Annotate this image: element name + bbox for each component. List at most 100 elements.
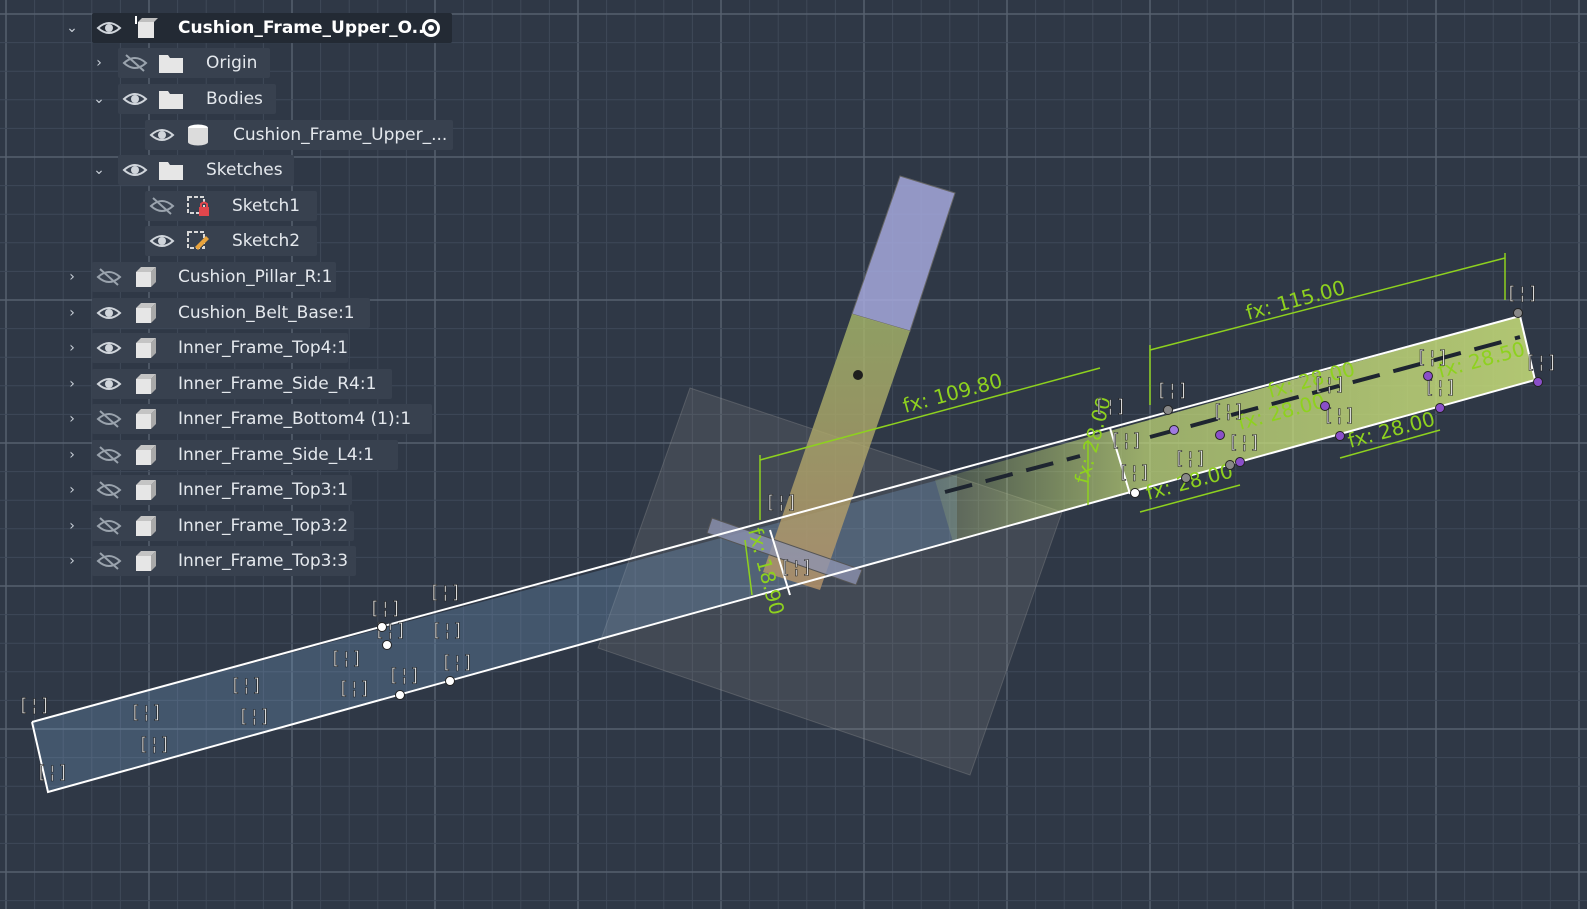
component-icon: [136, 515, 156, 536]
sketch2-label: Sketch2: [232, 231, 301, 251]
pillar-point[interactable]: [853, 370, 863, 380]
eye-icon[interactable]: [149, 231, 175, 251]
component-item-pill[interactable]: Inner_Frame_Top3:1: [92, 475, 352, 505]
constraint-glyph: [¦]: [1110, 430, 1143, 451]
folder-icon: [159, 55, 183, 73]
chevron-right-icon[interactable]: ›: [64, 376, 80, 392]
dimension-109-8[interactable]: fx: 109.80: [900, 368, 1005, 418]
chevron-right-icon[interactable]: ›: [91, 55, 107, 71]
constraint-glyph: [¦]: [1118, 462, 1151, 483]
pillar-top[interactable]: [851, 175, 956, 332]
component-icon: [136, 480, 156, 500]
sketch-point: [1130, 488, 1140, 498]
body-pill[interactable]: Cushion_Frame_Upper_...: [145, 120, 453, 150]
sketch1-label: Sketch1: [232, 196, 301, 216]
constraint-glyph: [¦]: [1174, 448, 1207, 469]
sketch-point: [1423, 371, 1433, 381]
constraint-glyph: [¦]: [130, 702, 163, 723]
component-item-label: Inner_Frame_Top3:1: [178, 480, 349, 500]
component-item-label: Inner_Frame_Top3:2: [178, 515, 349, 536]
folder-icon: [159, 91, 183, 109]
constraint-glyph: [¦]: [1525, 352, 1558, 373]
eye-icon[interactable]: [96, 374, 122, 394]
component-item-label: Inner_Frame_Side_L4:1: [178, 444, 375, 465]
constraint-glyph: [¦]: [429, 582, 462, 603]
component-icon: [136, 409, 156, 429]
eye-icon[interactable]: [149, 125, 175, 145]
activate-radio[interactable]: [422, 19, 440, 37]
eye-icon[interactable]: [122, 89, 148, 109]
constraint-glyph: [¦]: [138, 734, 171, 755]
component-item-pill[interactable]: Inner_Frame_Top3:2: [92, 510, 354, 541]
chevron-right-icon[interactable]: ›: [64, 411, 80, 427]
component-icon: [136, 338, 156, 358]
component-item-pill[interactable]: Inner_Frame_Top4:1: [92, 333, 348, 363]
component-item-label: Inner_Frame_Top4:1: [178, 338, 349, 358]
chevron-right-icon[interactable]: ›: [64, 518, 80, 534]
sketch-point: [1513, 308, 1523, 318]
sketch-point: [1335, 431, 1345, 441]
sketch1-pill[interactable]: Sketch1: [145, 191, 317, 221]
component-pill[interactable]: Cushion_Frame_Upper_O...: [92, 13, 452, 43]
bodies-label: Bodies: [206, 89, 263, 109]
component-item-pill[interactable]: Cushion_Belt_Base:1: [92, 297, 370, 328]
component-item-label: Inner_Frame_Bottom4 (1):1: [178, 409, 412, 429]
eye-hidden-icon[interactable]: [96, 445, 122, 465]
constraint-glyph: [¦]: [441, 652, 474, 673]
sketches-label: Sketches: [206, 160, 283, 180]
chevron-down-icon[interactable]: ⌄: [91, 91, 107, 107]
eye-hidden-icon[interactable]: [96, 516, 122, 536]
eye-icon[interactable]: [96, 18, 122, 38]
component-icon: [136, 444, 156, 465]
eye-icon[interactable]: [96, 303, 122, 323]
sketch-point: [1235, 457, 1245, 467]
sketch-point: [1169, 425, 1179, 435]
eye-hidden-icon[interactable]: [96, 480, 122, 500]
chevron-right-icon[interactable]: ›: [64, 482, 80, 498]
origin-label: Origin: [206, 53, 258, 73]
component-item-label: Inner_Frame_Side_R4:1: [178, 373, 377, 394]
eye-hidden-icon[interactable]: [96, 551, 122, 571]
chevron-down-icon[interactable]: ⌄: [91, 162, 107, 178]
eye-hidden-icon[interactable]: [122, 53, 148, 73]
constraint-glyph: [¦]: [238, 706, 271, 727]
sketch-point: [1533, 377, 1543, 387]
sketches-pill[interactable]: Sketches: [118, 155, 294, 185]
constraint-glyph: [¦]: [431, 620, 464, 641]
eye-icon[interactable]: [96, 338, 122, 358]
component-item-pill[interactable]: Cushion_Pillar_R:1: [92, 262, 336, 292]
component-item-label: Cushion_Belt_Base:1: [178, 302, 355, 323]
component-icon: [136, 551, 156, 571]
constraint-glyph: [¦]: [36, 762, 69, 783]
origin-pill[interactable]: Origin: [118, 48, 270, 78]
body-cylinder-icon: [188, 124, 208, 146]
component-label: Cushion_Frame_Upper_O...: [178, 18, 432, 38]
component-item-pill[interactable]: Inner_Frame_Side_L4:1: [92, 439, 398, 470]
chevron-right-icon[interactable]: ›: [64, 447, 80, 463]
sketch-locked-icon: [187, 196, 209, 216]
dimension-115[interactable]: fx: 115.00: [1243, 275, 1348, 325]
sketch-point: [382, 640, 392, 650]
eye-hidden-icon[interactable]: [96, 409, 122, 429]
eye-hidden-icon[interactable]: [149, 196, 175, 216]
bodies-pill[interactable]: Bodies: [118, 84, 276, 114]
sketch-point: [1215, 430, 1225, 440]
chevron-down-icon[interactable]: ⌄: [64, 20, 80, 36]
chevron-right-icon[interactable]: ›: [64, 305, 80, 321]
sketch-point: [445, 676, 455, 686]
constraint-glyph: [¦]: [330, 648, 363, 669]
chevron-right-icon[interactable]: ›: [64, 340, 80, 356]
eye-icon[interactable]: [122, 160, 148, 180]
component-item-pill[interactable]: Inner_Frame_Side_R4:1: [92, 368, 392, 399]
constraint-glyph: [¦]: [230, 675, 263, 696]
chevron-right-icon[interactable]: ›: [64, 553, 80, 569]
constraint-glyph: [¦]: [780, 557, 813, 578]
component-item-pill[interactable]: Inner_Frame_Bottom4 (1):1: [92, 404, 432, 434]
constraint-glyph: [¦]: [1416, 347, 1449, 368]
eye-hidden-icon[interactable]: [96, 267, 122, 287]
sketch-point: [1435, 403, 1445, 413]
component-item-pill[interactable]: Inner_Frame_Top3:3: [92, 546, 356, 576]
sketch2-pill[interactable]: Sketch2: [145, 226, 317, 256]
component-icon: [136, 267, 156, 287]
chevron-right-icon[interactable]: ›: [64, 269, 80, 285]
